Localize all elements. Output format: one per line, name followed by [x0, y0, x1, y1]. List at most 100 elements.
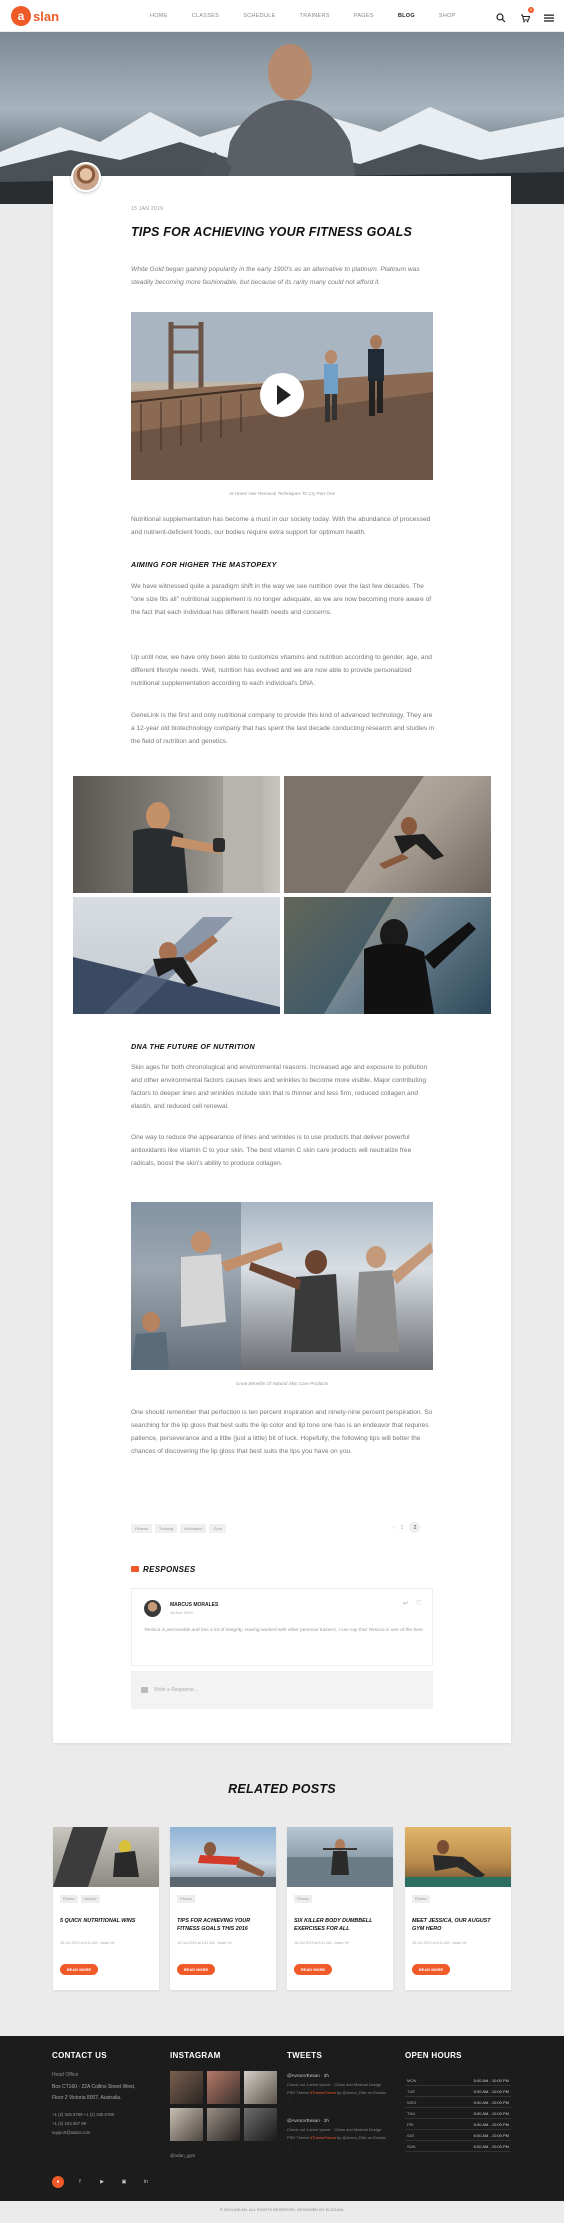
tag[interactable]: Fitness — [412, 1895, 430, 1903]
tweet-author[interactable]: @AvrooVEesan — [287, 2118, 320, 2123]
instagram-icon[interactable]: ▣ — [118, 2176, 130, 2188]
facebook-icon[interactable]: f — [74, 2176, 86, 2188]
gallery-image-2[interactable] — [284, 776, 491, 893]
nav-schedule[interactable]: SCHEDULE — [243, 13, 275, 19]
instagram-photo[interactable] — [170, 2108, 203, 2141]
class-image[interactable] — [131, 1202, 433, 1370]
related-post-card[interactable]: Fitness Lifestyle 5 QUICK NUTRITIONAL WIN… — [53, 1827, 159, 1990]
related-post-image[interactable] — [53, 1827, 159, 1887]
related-post-card[interactable]: Fitness SIX KILLER BODY DUMBBELL EXERCIS… — [287, 1827, 393, 1990]
read-more-button[interactable]: READ MORE — [177, 1964, 215, 1975]
related-post-meta: 16 Oct 2019 at 6:11 AM · Aslan Ve — [60, 1941, 115, 1945]
heading-dna: DNA THE FUTURE OF NUTRITION — [131, 1042, 256, 1051]
tweet-link[interactable]: #ThemeForest — [310, 2090, 336, 2095]
read-more-button[interactable]: READ MORE — [412, 1964, 450, 1975]
tweet-link[interactable]: #ThemeForest — [310, 2135, 336, 2140]
heart-icon[interactable]: ♡ — [416, 1599, 422, 1607]
tag[interactable]: Fitness — [131, 1524, 152, 1533]
hours-day: THU — [407, 2110, 416, 2116]
instagram-photo[interactable] — [244, 2071, 277, 2104]
comment-date: 16 Nov 2019 — [170, 1610, 193, 1615]
hours-day: SAT — [407, 2132, 415, 2138]
linkedin-icon[interactable]: in — [140, 2176, 152, 2188]
tag[interactable]: Fitness — [177, 1895, 195, 1903]
hours-day: SUN — [407, 2143, 416, 2149]
read-more-button[interactable]: READ MORE — [294, 1964, 332, 1975]
tag[interactable]: Lifestyle — [80, 1895, 100, 1903]
hours-table: MON 5:00 AM - 10:00 PM TUE 5:00 AM - 10:00… — [405, 2075, 511, 2152]
related-post-meta: 16 Oct 2019 at 6:11 AM · Aslan Ve — [294, 1941, 349, 1945]
fax: +1 (2) 234 567 89 — [52, 2121, 87, 2126]
pager-page-1[interactable]: 1 — [401, 1525, 404, 1531]
tag[interactable]: Training — [154, 1524, 178, 1533]
paragraph-7: One should remember that perfection is t… — [131, 1409, 433, 1455]
tweet: @AvrooVEesan · 2h Check out 'Lorem Ipsum… — [287, 2118, 387, 2150]
pager-prev[interactable]: ‹ — [393, 1525, 395, 1531]
hours-time: 5:00 AM - 10:00 PM — [473, 2088, 509, 2094]
tweet-time: · 2h — [320, 2118, 329, 2123]
nav-blog[interactable]: BLOG — [398, 13, 415, 19]
address-line-2: Floor 2 Victoria 8007, Australia. — [52, 2095, 122, 2101]
reply-icon[interactable]: ↩ — [403, 1600, 408, 1607]
commenter-name[interactable]: MARCUS MORALES — [170, 1602, 218, 1608]
site-header: a slan HOME CLASSES SCHEDULE TRAINERS PA… — [0, 0, 564, 32]
menu-icon[interactable] — [544, 10, 554, 22]
related-post-card[interactable]: Fitness TIPS FOR ACHIEVING YOUR FITNESS … — [170, 1827, 276, 1990]
related-post-title[interactable]: 5 QUICK NUTRITIONAL WINS — [60, 1917, 152, 1925]
related-post-image[interactable] — [405, 1827, 511, 1887]
nav-shop[interactable]: SHOP — [439, 13, 456, 19]
pager-page-2[interactable]: 2 — [409, 1522, 421, 1533]
commenter-avatar[interactable] — [144, 1600, 161, 1617]
logo-mark: a — [11, 6, 31, 26]
responses-title: RESPONSES — [143, 1565, 196, 1574]
instagram-photo[interactable] — [244, 2108, 277, 2141]
email[interactable]: support@aslan.com — [52, 2128, 135, 2137]
hours-column: OPEN HOURS — [405, 2051, 462, 2060]
nav-home[interactable]: HOME — [150, 13, 168, 19]
nav-trainers[interactable]: TRAINERS — [300, 13, 330, 19]
tag[interactable]: Gym — [209, 1524, 226, 1533]
post-pager: ‹ 1 2 — [393, 1522, 421, 1533]
related-post-image[interactable] — [287, 1827, 393, 1887]
hours-day: WED — [407, 2099, 417, 2105]
nav-classes[interactable]: CLASSES — [192, 13, 219, 19]
gallery-image-1[interactable] — [73, 776, 280, 893]
cart-icon[interactable]: 0 — [520, 7, 534, 23]
related-post-title[interactable]: TIPS FOR ACHIEVING YOUR FITNESS GOALS TH… — [177, 1917, 269, 1933]
related-post-title[interactable]: SIX KILLER BODY DUMBBELL EXERCISES FOR A… — [294, 1917, 386, 1933]
hours-row: SAT 6:00 AM - 10:00 PM — [405, 2130, 511, 2141]
post-lead: White Gold began gaining popularity in t… — [131, 266, 420, 286]
gallery-image-4[interactable] — [284, 897, 491, 1014]
instagram-photo[interactable] — [170, 2071, 203, 2104]
instagram-user[interactable]: @aslan_gym — [170, 2153, 195, 2158]
search-icon[interactable] — [496, 10, 506, 23]
main-nav: HOME CLASSES SCHEDULE TRAINERS PAGES BLO… — [150, 0, 480, 32]
write-response-input[interactable]: Write a Response... — [131, 1671, 433, 1709]
tag[interactable]: Motivation — [180, 1524, 207, 1533]
nav-pages[interactable]: PAGES — [354, 13, 374, 19]
head-office-label: Head Office — [52, 2072, 79, 2078]
heading-mastopexy: AIMING FOR HIGHER THE MASTOPEXY — [131, 560, 277, 569]
tag[interactable]: Fitness — [294, 1895, 312, 1903]
logo[interactable]: a slan — [11, 6, 59, 26]
contact-column: CONTACT US Head Office Box CT160 - 22A C… — [52, 2051, 135, 2137]
author-avatar[interactable] — [71, 162, 101, 192]
play-icon[interactable]: ▶ — [96, 2176, 108, 2188]
comment-icon — [141, 1687, 148, 1693]
paragraph-5: Skin ages for both chronological and env… — [131, 1064, 428, 1110]
gallery-image-3[interactable] — [73, 897, 280, 1014]
paragraph-4: GeneLink is the first and only nutrition… — [131, 712, 435, 745]
related-post-title[interactable]: MEET JESSICA, OUR AUGUST GYM HERO — [412, 1917, 504, 1933]
instagram-photo[interactable] — [207, 2071, 240, 2104]
related-post-image[interactable] — [170, 1827, 276, 1887]
play-button[interactable] — [260, 373, 304, 417]
instagram-photo[interactable] — [207, 2108, 240, 2141]
read-more-button[interactable]: READ MORE — [60, 1964, 98, 1975]
cart-count-badge: 0 — [528, 7, 534, 13]
social-main-icon[interactable]: ● — [52, 2176, 64, 2188]
tag[interactable]: Fitness — [60, 1895, 78, 1903]
tweet-author[interactable]: @AvrooVEesan — [287, 2073, 320, 2078]
hours-row: TUE 5:00 AM - 10:00 PM — [405, 2086, 511, 2097]
related-post-card[interactable]: Fitness MEET JESSICA, OUR AUGUST GYM HER… — [405, 1827, 511, 1990]
hours-time: 5:00 AM - 10:00 PM — [473, 2110, 509, 2116]
